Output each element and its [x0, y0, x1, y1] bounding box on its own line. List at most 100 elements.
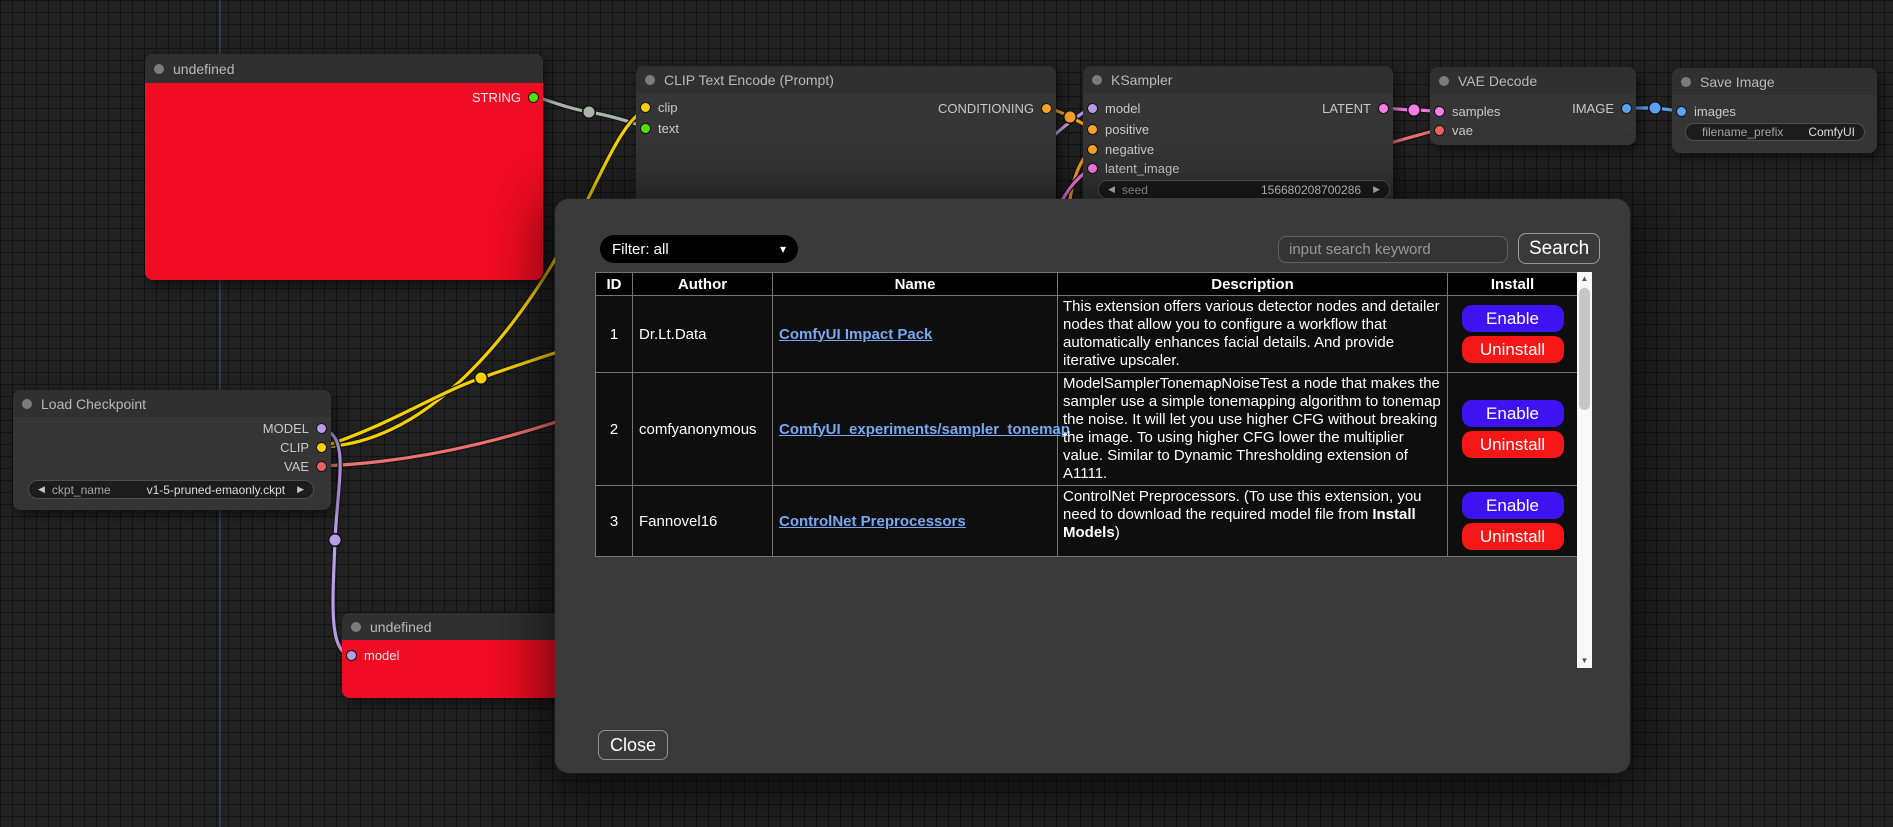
LATENT-output-port[interactable] [1378, 103, 1389, 114]
node-title: Save Image [1700, 74, 1775, 90]
port-label: model [1105, 101, 1140, 116]
scroll-down-icon[interactable]: ▼ [1577, 654, 1592, 668]
node-title: KSampler [1111, 72, 1172, 88]
enable-button[interactable]: Enable [1462, 492, 1564, 519]
output-port-row: CLIP [273, 439, 327, 455]
close-button[interactable]: Close [598, 730, 668, 760]
arrow-right-icon[interactable]: ▶ [1373, 184, 1380, 195]
port-label: negative [1105, 142, 1154, 157]
latent_image-input-port[interactable] [1087, 163, 1098, 174]
filter-dropdown[interactable]: Filter: all ▾ [600, 235, 798, 263]
node-undefined-top[interactable]: undefinedSTRING [145, 54, 543, 280]
node-collapse-dot[interactable] [1092, 75, 1102, 85]
cell-install: Enable Uninstall [1448, 486, 1578, 557]
port-label: vae [1452, 123, 1473, 138]
seed-widget[interactable]: ◀ seed 156680208700286▶ [1098, 180, 1390, 199]
positive-input-port[interactable] [1087, 124, 1098, 135]
cell-name: ComfyUI Impact Pack [773, 296, 1058, 373]
widget-left: ◀ ckpt_name [38, 483, 118, 497]
uninstall-button[interactable]: Uninstall [1462, 431, 1564, 458]
vae-input-port[interactable] [1434, 125, 1445, 136]
column-header-author: Author [633, 273, 773, 296]
widget-label: ckpt_name [52, 483, 111, 497]
uninstall-button[interactable]: Uninstall [1462, 336, 1564, 363]
CONDITIONING-output-port[interactable] [1041, 103, 1052, 114]
node-body [145, 83, 543, 280]
node-load-checkpoint[interactable]: Load CheckpointMODELCLIPVAE◀ckpt_namev1-… [13, 390, 331, 510]
port-label: positive [1105, 122, 1149, 137]
ckpt_name-widget[interactable]: ◀ ckpt_name v1-5-pruned-emaonly.ckpt ▶ [28, 480, 314, 499]
port-label: clip [658, 100, 678, 115]
input-port-row: samples [1434, 103, 1507, 119]
input-port-row: latent_image [1087, 160, 1186, 176]
node-title: Load Checkpoint [41, 396, 146, 412]
port-label: text [658, 121, 679, 136]
cell-id: 2 [596, 373, 633, 486]
arrow-left-icon[interactable]: ◀ [1108, 184, 1115, 195]
cell-author: Dr.Lt.Data [633, 296, 773, 373]
description-text: ControlNet Preprocessors. (To use this e… [1063, 488, 1422, 523]
node-collapse-dot[interactable] [645, 75, 655, 85]
widget-label: seed [1122, 183, 1148, 197]
CLIP-output-port[interactable] [316, 442, 327, 453]
node-collapse-dot[interactable] [22, 399, 32, 409]
search-button[interactable]: Search [1518, 233, 1600, 264]
input-port-row: negative [1087, 141, 1161, 157]
arrow-left-icon[interactable]: ◀ [38, 484, 45, 495]
node-undefined-bottom[interactable]: undefined model [342, 613, 565, 698]
node-title: CLIP Text Encode (Prompt) [664, 72, 834, 88]
cell-description: ModelSamplerTonemapNoiseTest a node that… [1058, 373, 1448, 486]
node-ksampler[interactable]: KSampler model positive negative latent_imag… [1083, 66, 1393, 206]
output-port-row: IMAGE [1565, 100, 1632, 116]
input-port-row: model [1087, 100, 1147, 116]
column-header-name: Name [773, 273, 1058, 296]
node-collapse-dot[interactable] [351, 622, 361, 632]
cell-id: 1 [596, 296, 633, 373]
node-header: CLIP Text Encode (Prompt) [636, 66, 1056, 93]
column-header-id: ID [596, 273, 633, 296]
node-collapse-dot[interactable] [1439, 76, 1449, 86]
extension-table: IDAuthorNameDescriptionInstall 1Dr.Lt.Da… [595, 272, 1578, 557]
enable-button[interactable]: Enable [1462, 305, 1564, 332]
search-input[interactable] [1278, 236, 1508, 263]
extension-link[interactable]: ControlNet Preprocessors [779, 513, 966, 530]
samples-input-port[interactable] [1434, 106, 1445, 117]
scrollbar-thumb[interactable] [1579, 288, 1590, 410]
table-scrollbar[interactable]: ▲ ▼ [1577, 272, 1592, 668]
node-collapse-dot[interactable] [154, 64, 164, 74]
widget-left: ◀ seed [1108, 183, 1155, 197]
scroll-up-icon[interactable]: ▲ [1577, 272, 1592, 286]
arrow-right-icon[interactable]: ▶ [297, 484, 304, 495]
extension-link[interactable]: ComfyUI_experiments/sampler_tonemap [779, 421, 1070, 438]
node-clip-text-encode[interactable]: CLIP Text Encode (Prompt)cliptextCONDITI… [636, 66, 1056, 216]
widget-value: v1-5-pruned-emaonly.ckpt [147, 483, 286, 497]
enable-button[interactable]: Enable [1462, 400, 1564, 427]
cell-install: Enable Uninstall [1448, 373, 1578, 486]
model-input-port[interactable] [1087, 103, 1098, 114]
cell-author: comfyanonymous [633, 373, 773, 486]
node-vae-decode[interactable]: VAE DecodesamplesvaeIMAGE [1430, 67, 1636, 145]
STRING-output-port[interactable] [528, 92, 539, 103]
filename_prefix-widget[interactable]: filename_prefix ComfyUI [1685, 123, 1865, 141]
input-port-row: model [346, 647, 406, 663]
cell-description: ControlNet Preprocessors. (To use this e… [1058, 486, 1448, 557]
node-collapse-dot[interactable] [1681, 77, 1691, 87]
node-title: undefined [370, 619, 432, 635]
widget-value: ComfyUI [1808, 125, 1855, 139]
column-header-description: Description [1058, 273, 1448, 296]
port-label: model [364, 648, 399, 663]
images-input-port[interactable] [1676, 106, 1687, 117]
model-input-port[interactable] [346, 650, 357, 661]
extension-link[interactable]: ComfyUI Impact Pack [779, 326, 932, 343]
text-input-port[interactable] [640, 123, 651, 134]
widget-label: filename_prefix [1702, 125, 1783, 139]
negative-input-port[interactable] [1087, 144, 1098, 155]
node-save-image[interactable]: Save Imageimagesfilename_prefixComfyUI [1672, 68, 1877, 153]
clip-input-port[interactable] [640, 102, 651, 113]
widget-right: 156680208700286▶ [1261, 183, 1380, 197]
uninstall-button[interactable]: Uninstall [1462, 523, 1564, 550]
VAE-output-port[interactable] [316, 461, 327, 472]
IMAGE-output-port[interactable] [1621, 103, 1632, 114]
MODEL-output-port[interactable] [316, 423, 327, 434]
node-header: Load Checkpoint [13, 390, 331, 417]
